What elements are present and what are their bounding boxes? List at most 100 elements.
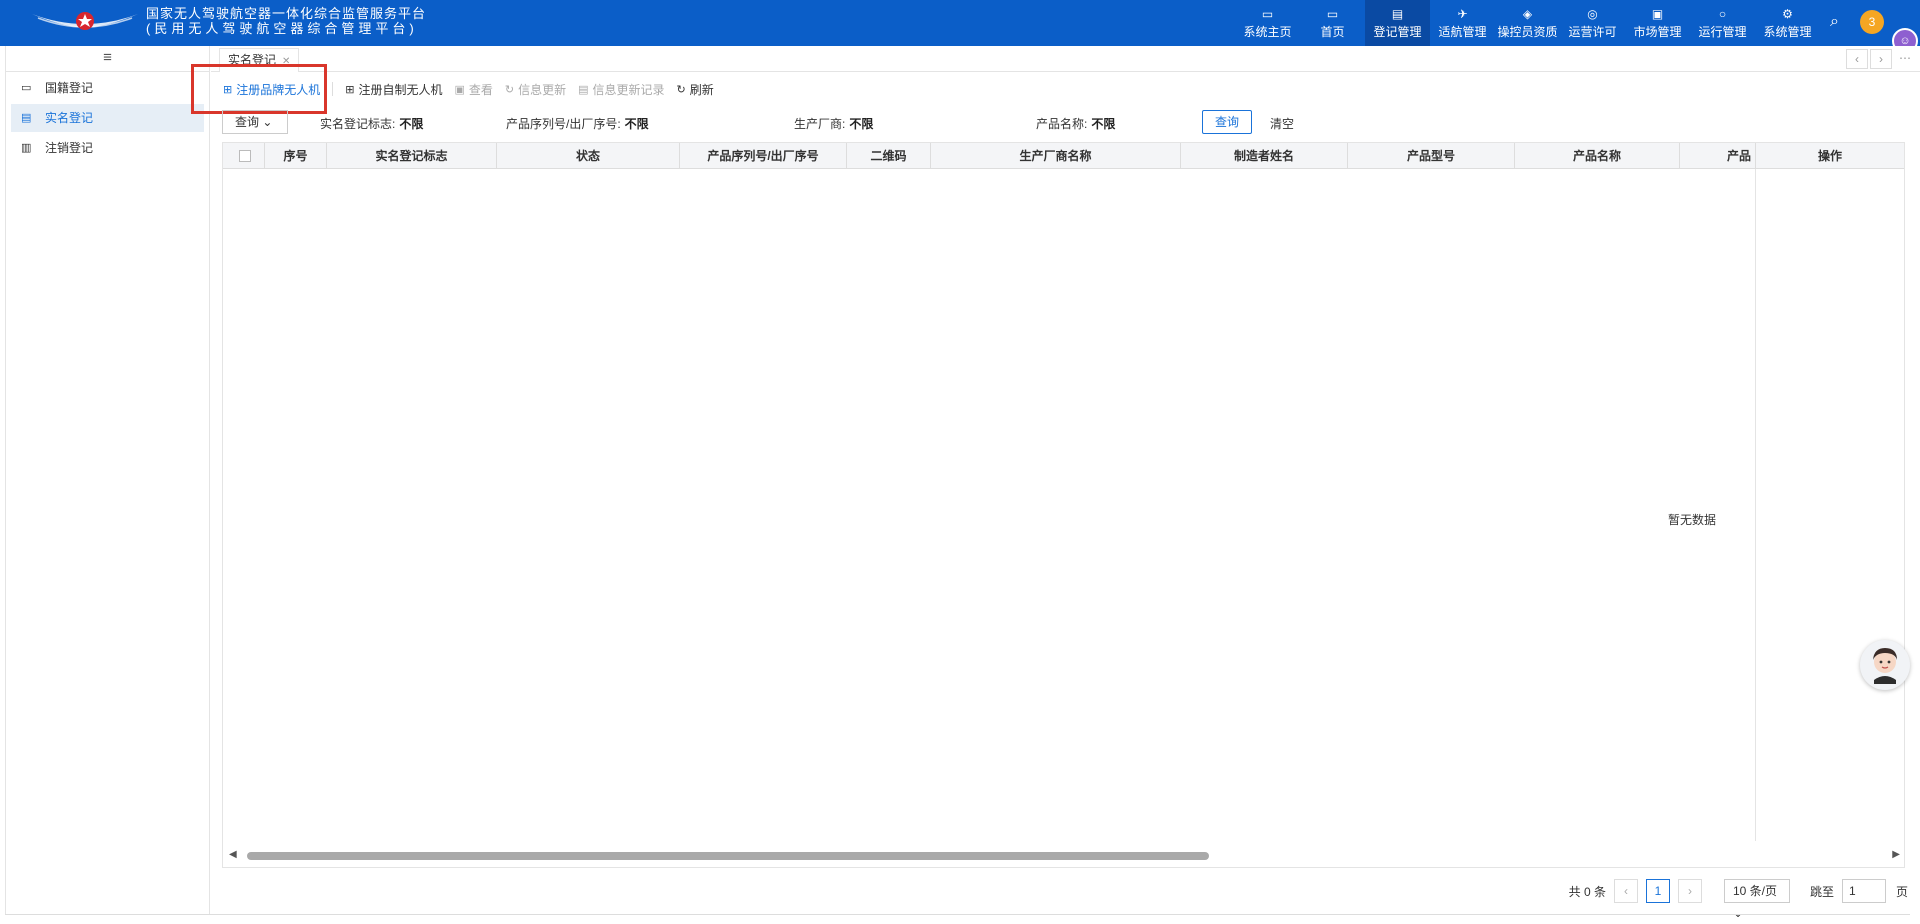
highlight-box (191, 64, 327, 114)
scroll-left-icon[interactable]: ◀ (229, 849, 237, 860)
data-table: 序号 实名登记标志 状态 产品序列号/出厂序号 二维码 生产厂商名称 制造者姓名… (222, 142, 1905, 868)
column-header[interactable]: 产品型号 (1348, 143, 1515, 169)
nav-label: 运营许可 (1568, 24, 1617, 39)
column-header[interactable]: 状态 (497, 143, 680, 169)
column-header[interactable]: 产品 (1680, 143, 1756, 169)
chevron-down-icon: ⌄ (262, 115, 273, 129)
refresh-button[interactable]: ↻ 刷新 (677, 81, 714, 98)
filter-value: 不限 (624, 117, 649, 131)
sidebar-item-nationality-register[interactable]: ▭ 国籍登记 (11, 74, 204, 102)
button-label: 信息更新 (518, 82, 567, 97)
top-header: 国家无人驾驶航空器一体化综合监管服务平台 (民用无人驾驶航空器综合管理平台) ▭… (0, 0, 1920, 54)
column-header[interactable]: 序号 (265, 143, 327, 169)
filter-value: 不限 (399, 117, 424, 131)
info-update-button[interactable]: ↻ 信息更新 (505, 81, 566, 98)
nav-label: 登记管理 (1373, 24, 1422, 39)
filter-realname-flag[interactable]: 实名登记标志: 不限 (320, 115, 423, 132)
platform-title: 国家无人驾驶航空器一体化综合监管服务平台 (民用无人驾驶航空器综合管理平台) (146, 6, 426, 36)
column-header: 操作 (1817, 149, 1842, 163)
id-doc-icon: ▤ (21, 112, 32, 124)
folder-icon: ▭ (21, 82, 32, 94)
page-suffix: 页 (1895, 884, 1908, 899)
jump-label: 跳至 (1809, 884, 1834, 899)
nav-label: 适航管理 (1438, 24, 1487, 39)
nav-system-home[interactable]: ▭ 系统主页 (1235, 0, 1300, 46)
tab-scroll-controls: ‹ › ⋯ (1844, 49, 1916, 69)
filter-serial[interactable]: 产品序列号/出厂序号: 不限 (506, 115, 649, 132)
nav-label: 操控员资质 (1497, 24, 1558, 39)
menu-toggle-icon[interactable]: ≡ (6, 46, 209, 72)
cancel-doc-icon: ▥ (21, 142, 32, 154)
notification-badge[interactable]: 3 (1860, 10, 1884, 34)
select-all-cell (223, 143, 265, 169)
prev-page-icon[interactable]: ‹ (1613, 879, 1638, 903)
register-selfmade-drone-button[interactable]: ⊞ 注册自制无人机 (345, 81, 442, 98)
nav-register-management[interactable]: ▤ 登记管理 (1365, 0, 1430, 46)
sidebar-item-cancel-register[interactable]: ▥ 注销登记 (11, 134, 204, 162)
bottom-border (5, 914, 1910, 915)
select-all-checkbox[interactable] (239, 150, 251, 162)
column-header[interactable]: 产品序列号/出厂序号 (680, 143, 847, 169)
search-icon[interactable]: ⌕ (1830, 13, 1848, 31)
top-nav: ▭ 系统主页 ▭ 首页 ▤ 登记管理 ✈ 适航管理 ◈ 操控员资质 ◎ 运营许可 ▣ 市场管理… (1235, 0, 1820, 46)
button-label: 信息更新记录 (592, 82, 665, 97)
nav-run-management[interactable]: ○ 运行管理 (1690, 0, 1755, 46)
nav-label: 首页 (1320, 24, 1345, 39)
platform-title-line1: 国家无人驾驶航空器一体化综合监管服务平台 (146, 6, 427, 21)
nav-system-management[interactable]: ⚙ 系统管理 (1755, 0, 1820, 46)
view-button[interactable]: ▣ 查看 (454, 81, 492, 98)
column-header[interactable]: 二维码 (847, 143, 931, 169)
nav-airworthiness[interactable]: ✈ 适航管理 (1430, 0, 1495, 46)
column-header[interactable]: 生产厂商名称 (931, 143, 1181, 169)
filter-manufacturer[interactable]: 生产厂商: 不限 (794, 115, 873, 132)
nav-label: 系统主页 (1243, 24, 1292, 39)
update-icon: ↻ (504, 83, 515, 96)
filter-value: 不限 (1091, 117, 1116, 131)
query-dropdown[interactable]: 查询 ⌄ (222, 110, 288, 134)
jump-page-input[interactable]: 1 (1841, 879, 1886, 903)
column-header[interactable]: 实名登记标志 (327, 143, 497, 169)
query-dropdown-label: 查询 (235, 115, 260, 129)
tab-prev-icon[interactable]: ‹ (1846, 49, 1868, 69)
view-icon: ▣ (454, 83, 465, 96)
nav-home[interactable]: ▭ 首页 (1300, 0, 1365, 46)
query-button[interactable]: 查询 (1202, 110, 1252, 134)
column-header[interactable]: 制造者姓名 (1181, 143, 1348, 169)
toolbar-divider (332, 82, 334, 96)
nav-market-management[interactable]: ▣ 市场管理 (1625, 0, 1690, 46)
next-page-icon[interactable]: › (1677, 879, 1702, 903)
page-number-current[interactable]: 1 (1645, 879, 1670, 903)
scroll-right-icon[interactable]: ▶ (1892, 849, 1900, 860)
nav-label: 系统管理 (1763, 24, 1812, 39)
more-icon[interactable]: ⋯ (1894, 49, 1916, 69)
clear-button[interactable]: 清空 (1270, 115, 1294, 132)
cycle-icon: ○ (1718, 6, 1727, 21)
gear-icon: ⚙ (1782, 6, 1793, 21)
tab-next-icon[interactable]: › (1870, 49, 1892, 69)
page-size-select[interactable]: 10 条/页 ⌄ (1723, 879, 1790, 920)
filter-product-name[interactable]: 产品名称: 不限 (1036, 115, 1115, 132)
assistant-avatar-button[interactable] (1860, 640, 1910, 690)
refresh-icon: ↻ (676, 83, 686, 96)
platform-title-line2: (民用无人驾驶航空器综合管理平台) (146, 21, 418, 36)
chevron-down-icon: ⌄ (1732, 906, 1744, 920)
record-icon: ▤ (578, 83, 589, 96)
sidebar-item-realname-register[interactable]: ▤ 实名登记 (11, 104, 204, 132)
sidebar-item-label: 注销登记 (45, 141, 94, 155)
register-icon: ▤ (1391, 6, 1404, 21)
info-update-record-button[interactable]: ▤ 信息更新记录 (578, 81, 664, 98)
sidebar: ≡ ▭ 国籍登记 ▤ 实名登记 ▥ 注销登记 (5, 46, 210, 914)
scrollbar-thumb[interactable] (247, 852, 1209, 860)
table-header: 序号 实名登记标志 状态 产品序列号/出厂序号 二维码 生产厂商名称 制造者姓名… (223, 143, 1904, 169)
nav-label: 市场管理 (1633, 24, 1682, 39)
column-header[interactable]: 产品名称 (1515, 143, 1680, 169)
horizontal-scrollbar[interactable]: ◀ ▶ (227, 849, 1902, 861)
button-label: 查看 (468, 82, 493, 97)
nav-operator-qualification[interactable]: ◈ 操控员资质 (1495, 0, 1560, 46)
nav-operation-license[interactable]: ◎ 运营许可 (1560, 0, 1625, 46)
button-label: 注册自制无人机 (358, 82, 443, 97)
total-count: 共 0 条 (1568, 884, 1606, 899)
button-label: 刷新 (689, 82, 714, 97)
fixed-column-divider (1755, 169, 1756, 841)
drone-icon: ✈ (1457, 6, 1468, 21)
